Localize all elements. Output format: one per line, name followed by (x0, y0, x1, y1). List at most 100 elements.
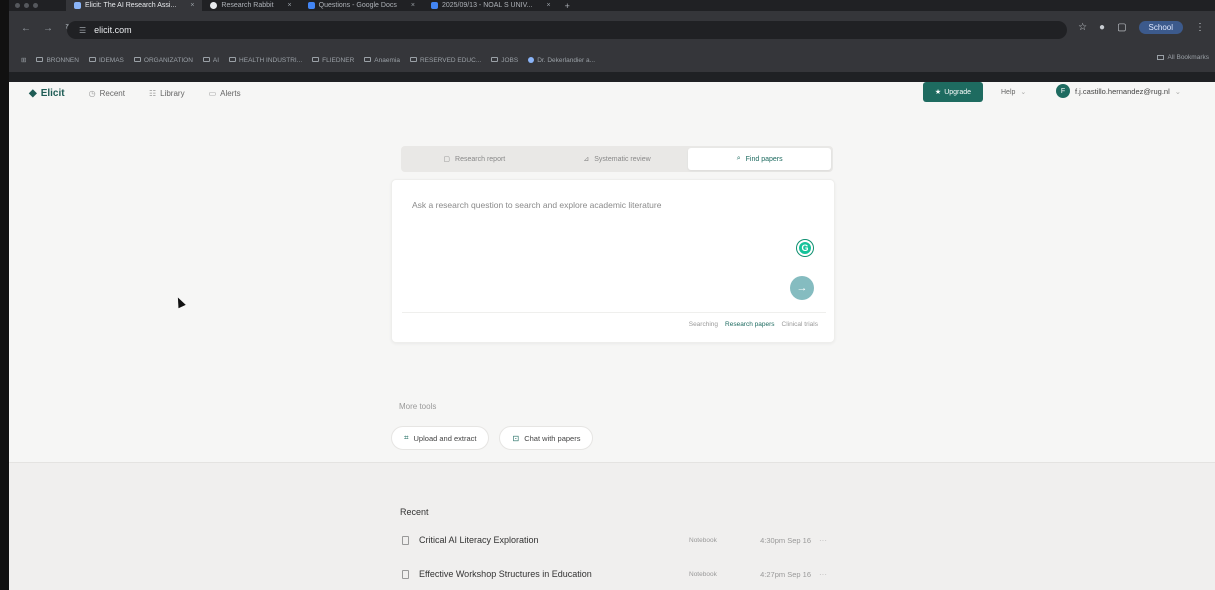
browser-tab-elicit[interactable]: Elicit: The AI Research Assi... × (66, 0, 203, 11)
submit-search-button[interactable]: → (790, 276, 814, 300)
chat-icon: ⊡ (512, 433, 520, 443)
tab-find-papers[interactable]: ⌕ Find papers (688, 148, 832, 170)
chat-with-papers-button[interactable]: ⊡ Chat with papers (499, 426, 594, 450)
tab-systematic-review[interactable]: ⊿ Systematic review (546, 148, 689, 170)
notebook-icon (402, 535, 409, 545)
tab-strip: Elicit: The AI Research Assi... × Resear… (9, 0, 1215, 11)
profile-button[interactable]: School (1138, 21, 1183, 34)
browser-tab-google-docs[interactable]: Questions - Google Docs × (300, 0, 423, 11)
tool-label: Upload and extract (413, 433, 477, 443)
library-icon: ☷ (148, 89, 157, 98)
nav-library[interactable]: ☷ Library (149, 89, 185, 98)
bookmark-folder[interactable]: IDEMAS (88, 57, 124, 64)
url-bar[interactable]: ☰ elicit.com (67, 21, 1067, 39)
tool-label: Chat with papers (524, 433, 581, 443)
upgrade-button[interactable]: ★ Upgrade (923, 82, 983, 102)
bookmark-folder[interactable]: HEALTH INDUSTRI... (229, 57, 302, 64)
list-item[interactable]: Critical AI Literacy Exploration Noteboo… (402, 533, 842, 547)
review-icon: ⊿ (583, 156, 590, 163)
bookmark-star-icon[interactable]: ☆ (1078, 22, 1087, 33)
list-item[interactable]: Effective Workshop Structures in Educati… (402, 567, 842, 581)
extension-icon[interactable]: ● (1099, 22, 1105, 33)
mouse-cursor-icon (174, 295, 186, 309)
bookmark-label: Dr. Dekerlandier a... (537, 56, 596, 64)
menu-kebab-icon[interactable]: ⋮ (1195, 22, 1205, 33)
browser-tab-research-rabbit[interactable]: Research Rabbit × (202, 0, 299, 11)
research-question-input[interactable] (412, 200, 792, 210)
all-bookmarks-button[interactable]: All Bookmarks (1157, 54, 1209, 61)
nav-buttons: ← → ↻ (21, 23, 73, 34)
tab-label: Research report (455, 155, 506, 163)
bookmark-label: BRONNEN (46, 56, 79, 64)
tab-research-report[interactable]: ▢ Research report (403, 148, 546, 170)
bookmark-folder[interactable]: Anaemia (364, 57, 400, 64)
nav-label: Recent (99, 89, 125, 98)
close-tab-icon[interactable]: × (546, 2, 550, 9)
tab-label: Elicit: The AI Research Assi... (85, 2, 177, 9)
elicit-logo[interactable]: ◆ Elicit (29, 88, 65, 99)
window-controls[interactable] (15, 3, 38, 8)
bookmark-folder[interactable]: BRONNEN (36, 57, 79, 64)
forward-arrow-icon[interactable]: → (43, 23, 53, 34)
apps-grid-icon[interactable]: ⊞ (21, 56, 26, 64)
sidepanel-icon[interactable]: ▢ (1117, 22, 1126, 33)
recent-item-kind: Notebook (689, 570, 717, 578)
nav-label: Alerts (220, 89, 241, 98)
tab-label: Research Rabbit (221, 2, 274, 9)
grammarly-icon[interactable]: G (797, 240, 813, 256)
elicit-logo-icon: ◆ (29, 88, 37, 99)
bookmark-label: FLIEDNER (322, 56, 355, 64)
recent-item-title: Effective Workshop Structures in Educati… (419, 569, 592, 579)
logo-text: Elicit (40, 88, 65, 99)
close-tab-icon[interactable]: × (190, 2, 194, 9)
app-nav: ◆ Elicit ◷ Recent ☷ Library ▭ Alerts (29, 88, 241, 99)
more-tools-list: ⌗ Upload and extract ⊡ Chat with papers (391, 426, 594, 450)
upgrade-label: Upgrade (944, 88, 972, 96)
bookmark-folder[interactable]: AI (202, 57, 219, 64)
bookmark-folder[interactable]: ORGANIZATION (133, 57, 193, 64)
divider (402, 312, 826, 313)
document-favicon-icon (430, 2, 438, 9)
bookmark-folder[interactable]: RESERVED EDUC... (409, 56, 482, 64)
recent-item-time: 4:30pm Sep 16 (760, 535, 811, 545)
nav-alerts[interactable]: ▭ Alerts (209, 89, 241, 98)
search-card: G → Searching Research papers Clinical t… (391, 179, 835, 343)
recent-item-kind: Notebook (689, 536, 717, 544)
upload-icon: ⌗ (404, 433, 409, 442)
tab-label: 2025/09/13 - NOAL S UNIV... (441, 2, 533, 9)
bell-icon: ▭ (208, 89, 217, 98)
nav-recent[interactable]: ◷ Recent (89, 89, 125, 98)
help-label: Help (1001, 89, 1016, 96)
site-info-icon[interactable]: ☰ (79, 26, 86, 35)
more-options-icon[interactable]: ··· (819, 536, 827, 545)
help-menu[interactable]: Help ⌄ (1001, 88, 1026, 96)
close-tab-icon[interactable]: × (411, 2, 415, 9)
search-icon: ⌕ (736, 155, 741, 162)
bookmark-folder[interactable]: JOBS (491, 57, 518, 64)
more-options-icon[interactable]: ··· (819, 570, 827, 579)
bookmark-folder[interactable]: FLIEDNER (312, 57, 354, 64)
recent-heading: Recent (400, 507, 429, 517)
source-research-papers[interactable]: Research papers (725, 321, 775, 328)
browser-tab-document[interactable]: 2025/09/13 - NOAL S UNIV... × (423, 0, 559, 11)
back-arrow-icon[interactable]: ← (21, 23, 31, 34)
bookmark-label: JOBS (501, 56, 519, 64)
upload-and-extract-button[interactable]: ⌗ Upload and extract (391, 426, 490, 450)
chevron-down-icon: ⌄ (1020, 89, 1027, 96)
bookmark-label: Anaemia (374, 56, 400, 64)
tab-label: Systematic review (594, 155, 651, 163)
close-tab-icon[interactable]: × (288, 2, 292, 9)
folder-icon (36, 57, 44, 63)
source-clinical-trials[interactable]: Clinical trials (782, 321, 818, 328)
folder-icon (133, 57, 141, 63)
folder-icon (312, 57, 320, 63)
bookmark-label: RESERVED EDUC... (419, 56, 482, 64)
new-tab-button[interactable]: + (565, 1, 570, 11)
address-bar-row: ← → ↻ ☰ elicit.com ☆ ● ▢ School ⋮ (9, 11, 1215, 48)
source-searching[interactable]: Searching (689, 321, 718, 328)
tab-label: Questions - Google Docs (318, 2, 397, 9)
bookmark-link[interactable]: Dr. Dekerlandier a... (528, 57, 595, 64)
account-menu[interactable]: F f.j.castillo.hernandez@rug.nl ⌄ (1056, 84, 1181, 98)
folder-icon (229, 57, 237, 63)
bookmarks-bar: ⊞ BRONNEN IDEMAS ORGANIZATION AI HEALTH … (9, 48, 1215, 72)
